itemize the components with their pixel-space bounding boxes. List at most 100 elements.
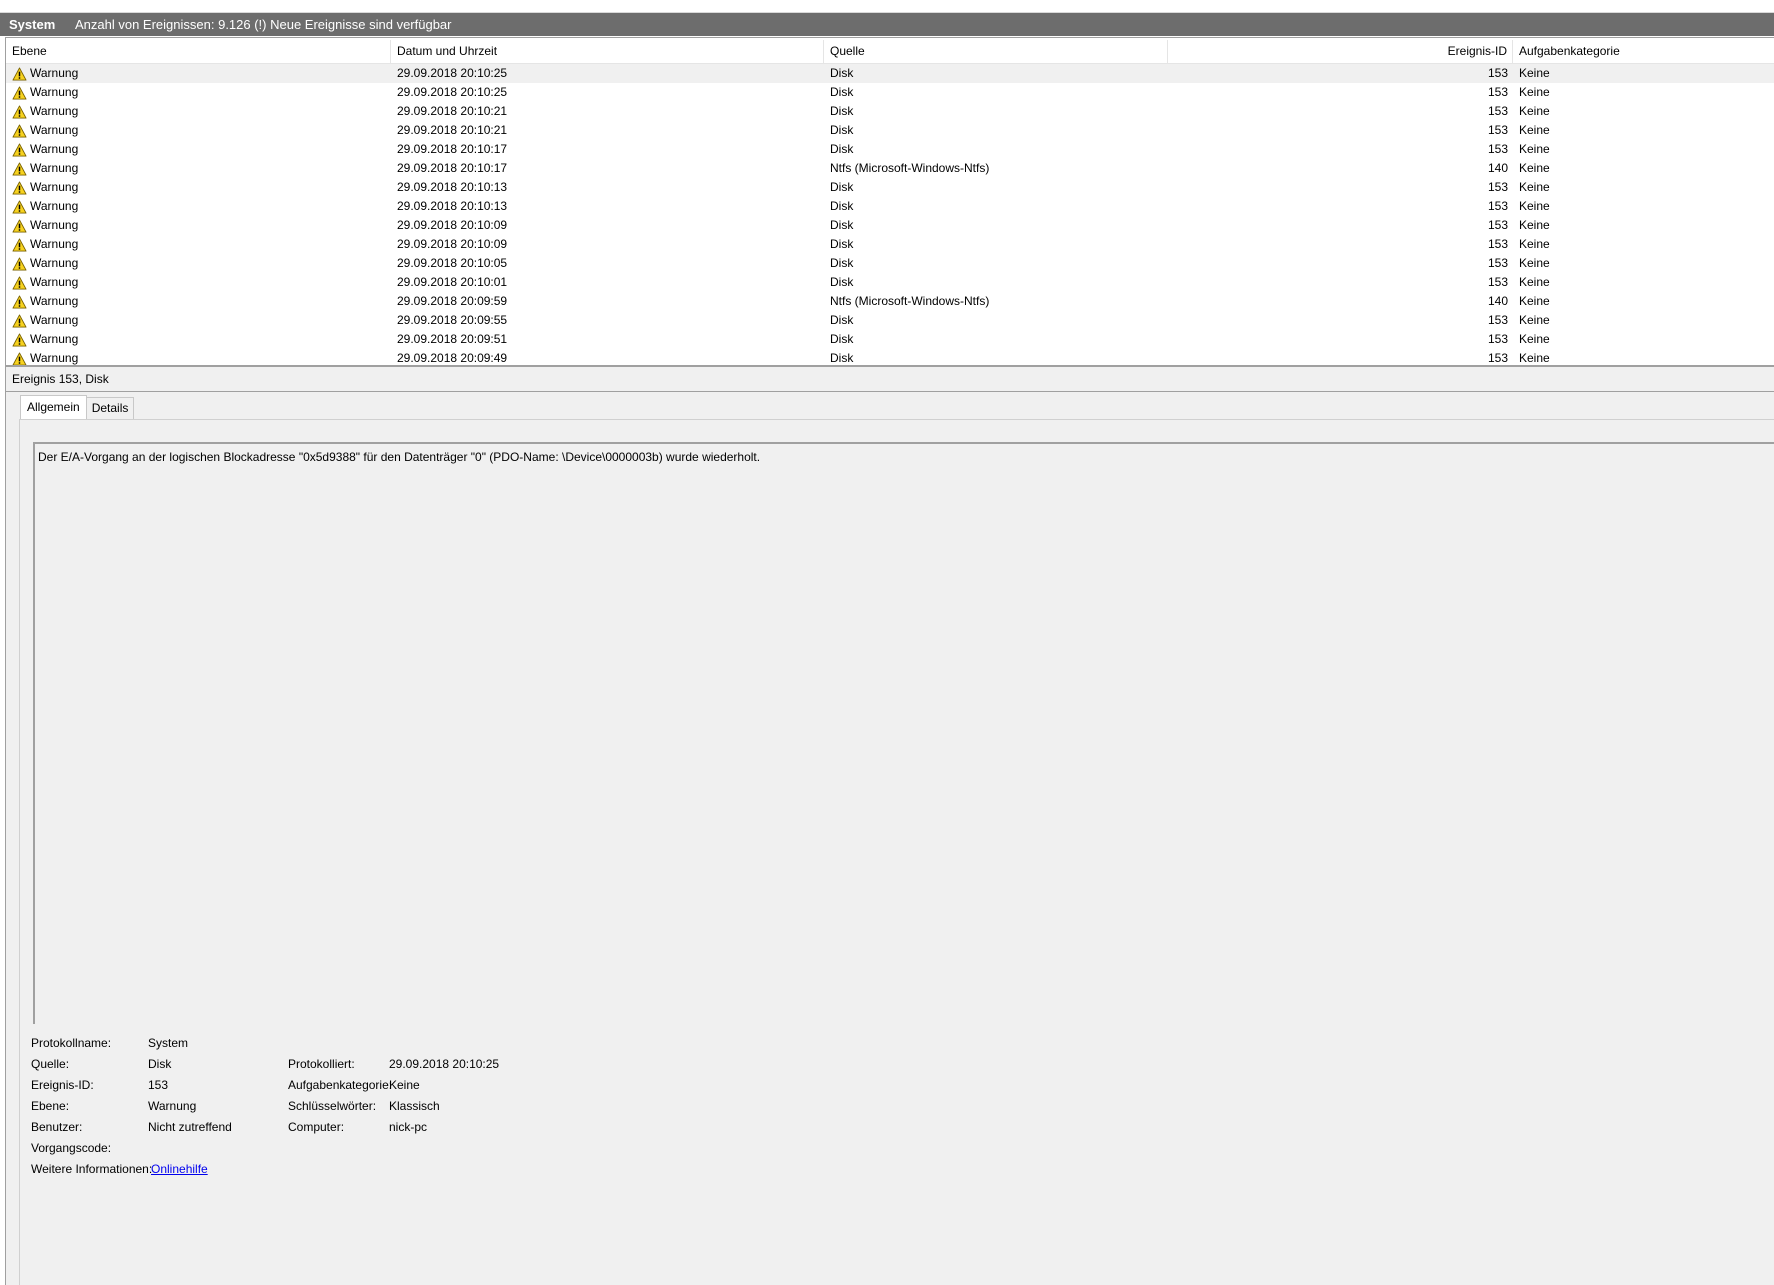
cell-datum: 29.09.2018 20:09:55 (397, 313, 508, 327)
table-row[interactable]: Warnung 29.09.2018 20:10:17 Ntfs (Microsof… (6, 159, 1774, 178)
warning-icon (12, 199, 27, 214)
log-header-bar: System Anzahl von Ereignissen: 9.126 (!)… (0, 13, 1774, 36)
cell-aufgabenkategorie: Keine (1519, 66, 1550, 80)
cell-quelle: Disk (830, 123, 854, 137)
prop-value-protokollname: System (148, 1036, 189, 1050)
cell-ebene: Warnung (12, 64, 382, 83)
prop-value-aufgabenkategorie: Keine (389, 1078, 420, 1092)
cell-ereignis-id: 153 (1487, 123, 1508, 137)
cell-quelle: Disk (830, 218, 854, 232)
cell-aufgabenkategorie: Keine (1519, 123, 1550, 137)
cell-datum: 29.09.2018 20:10:13 (397, 180, 508, 194)
cell-ebene: Warnung (12, 349, 382, 365)
cell-quelle: Disk (830, 85, 854, 99)
cell-ereignis-id: 153 (1487, 66, 1508, 80)
cell-ereignis-id: 153 (1487, 85, 1508, 99)
event-description[interactable]: Der E/A-Vorgang an der logischen Blockad… (33, 442, 1774, 1024)
cell-aufgabenkategorie: Keine (1519, 313, 1550, 327)
prop-label-protokollname: Protokollname: (31, 1036, 112, 1050)
cell-datum: 29.09.2018 20:10:17 (397, 161, 508, 175)
cell-ebene: Warnung (12, 273, 382, 292)
warning-icon (12, 256, 27, 271)
cell-ereignis-id: 153 (1487, 218, 1508, 232)
table-row[interactable]: Warnung 29.09.2018 20:10:13 Disk 153 Keine (6, 197, 1774, 216)
prop-label-schluesselwoerter: Schlüsselwörter: (288, 1099, 377, 1113)
cell-ereignis-id: 153 (1487, 313, 1508, 327)
table-row[interactable]: Warnung 29.09.2018 20:09:55 Disk 153 Keine (6, 311, 1774, 330)
cell-aufgabenkategorie: Keine (1519, 351, 1550, 365)
tab-allgemein[interactable]: Allgemein (20, 395, 87, 419)
prop-label-protokolliert: Protokolliert: (288, 1057, 355, 1071)
prop-value-benutzer: Nicht zutreffend (148, 1120, 232, 1134)
cell-ebene: Warnung (12, 121, 382, 140)
table-row[interactable]: Warnung 29.09.2018 20:10:01 Disk 153 Keine (6, 273, 1774, 292)
cell-aufgabenkategorie: Keine (1519, 85, 1550, 99)
cell-datum: 29.09.2018 20:10:17 (397, 142, 508, 156)
table-row[interactable]: Warnung 29.09.2018 20:10:17 Disk 153 Keine (6, 140, 1774, 159)
cell-ebene: Warnung (12, 311, 382, 330)
prop-label-benutzer: Benutzer: (31, 1120, 83, 1134)
cell-aufgabenkategorie: Keine (1519, 104, 1550, 118)
cell-quelle: Disk (830, 180, 854, 194)
tab-details[interactable]: Details (86, 397, 135, 419)
cell-datum: 29.09.2018 20:09:51 (397, 332, 508, 346)
prop-value-ebene: Warnung (148, 1099, 197, 1113)
level-text: Warnung (30, 332, 79, 346)
cell-ebene: Warnung (12, 292, 382, 311)
column-header-ebene[interactable]: Ebene (6, 40, 391, 63)
table-row[interactable]: Warnung 29.09.2018 20:09:59 Ntfs (Microsof… (6, 292, 1774, 311)
warning-icon (12, 237, 27, 252)
cell-aufgabenkategorie: Keine (1519, 142, 1550, 156)
table-row[interactable]: Warnung 29.09.2018 20:10:09 Disk 153 Keine (6, 235, 1774, 254)
level-text: Warnung (30, 123, 79, 137)
table-row[interactable]: Warnung 29.09.2018 20:10:25 Disk 153 Keine (6, 83, 1774, 102)
table-row[interactable]: Warnung 29.09.2018 20:10:05 Disk 153 Keine (6, 254, 1774, 273)
level-text: Warnung (30, 256, 79, 270)
level-text: Warnung (30, 104, 79, 118)
cell-quelle: Disk (830, 237, 854, 251)
column-header-datum[interactable]: Datum und Uhrzeit (391, 40, 824, 63)
level-text: Warnung (30, 313, 79, 327)
table-row[interactable]: Warnung 29.09.2018 20:10:21 Disk 153 Keine (6, 102, 1774, 121)
cell-ebene: Warnung (12, 216, 382, 235)
cell-datum: 29.09.2018 20:10:21 (397, 123, 508, 137)
cell-datum: 29.09.2018 20:10:21 (397, 104, 508, 118)
cell-ebene: Warnung (12, 254, 382, 273)
cell-aufgabenkategorie: Keine (1519, 180, 1550, 194)
event-viewer-window: System Anzahl von Ereignissen: 9.126 (!)… (0, 0, 1774, 1285)
cell-quelle: Ntfs (Microsoft-Windows-Ntfs) (830, 161, 990, 175)
level-text: Warnung (30, 161, 79, 175)
column-header-aufgabenkategorie[interactable]: Aufgabenkategorie (1513, 40, 1774, 63)
cell-quelle: Disk (830, 332, 854, 346)
prop-value-computer: nick-pc (389, 1120, 428, 1134)
cell-ereignis-id: 153 (1487, 237, 1508, 251)
cell-datum: 29.09.2018 20:10:09 (397, 237, 508, 251)
level-text: Warnung (30, 237, 79, 251)
onlinehilfe-link[interactable]: Onlinehilfe (151, 1160, 208, 1178)
warning-icon (12, 104, 27, 119)
column-header-ereignis-id[interactable]: Ereignis-ID (1168, 40, 1513, 63)
cell-ereignis-id: 153 (1487, 275, 1508, 289)
top-strip (0, 0, 1774, 13)
table-row[interactable]: Warnung 29.09.2018 20:09:49 Disk 153 Keine (6, 349, 1774, 365)
cell-aufgabenkategorie: Keine (1519, 332, 1550, 346)
cell-ereignis-id: 153 (1487, 142, 1508, 156)
prop-label-ereignis-id: Ereignis-ID: (31, 1078, 94, 1092)
cell-aufgabenkategorie: Keine (1519, 256, 1550, 270)
level-text: Warnung (30, 180, 79, 194)
prop-value-quelle: Disk (148, 1057, 172, 1071)
cell-quelle: Disk (830, 256, 854, 270)
log-name: System (9, 17, 56, 32)
table-row[interactable]: Warnung 29.09.2018 20:10:25 Disk 153 Keine (6, 64, 1774, 83)
cell-aufgabenkategorie: Keine (1519, 294, 1550, 308)
table-row[interactable]: Warnung 29.09.2018 20:10:09 Disk 153 Keine (6, 216, 1774, 235)
column-header-quelle[interactable]: Quelle (824, 40, 1168, 63)
warning-icon (12, 142, 27, 157)
table-row[interactable]: Warnung 29.09.2018 20:10:13 Disk 153 Keine (6, 178, 1774, 197)
level-text: Warnung (30, 66, 79, 80)
table-row[interactable]: Warnung 29.09.2018 20:10:21 Disk 153 Keine (6, 121, 1774, 140)
prop-label-aufgabenkategorie: Aufgabenkategorie: (288, 1078, 393, 1092)
detail-tabs: Allgemein Details (20, 395, 135, 419)
table-row[interactable]: Warnung 29.09.2018 20:09:51 Disk 153 Keine (6, 330, 1774, 349)
cell-aufgabenkategorie: Keine (1519, 199, 1550, 213)
